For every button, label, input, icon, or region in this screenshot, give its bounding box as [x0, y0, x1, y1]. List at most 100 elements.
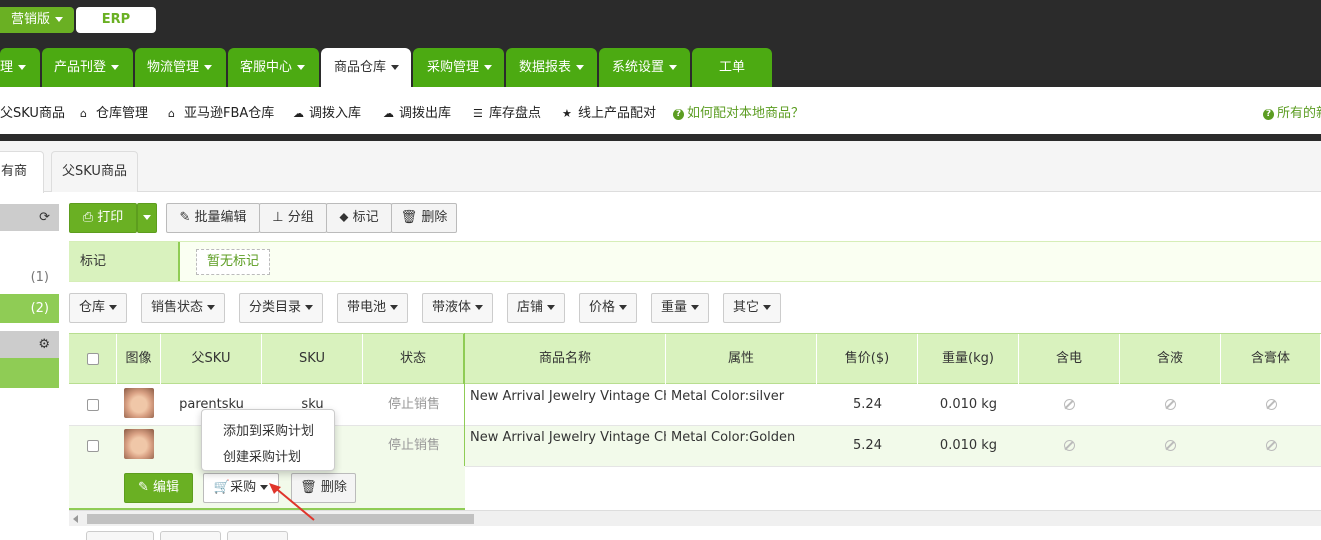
subnav-transfer-in[interactable]: ☁ 调拨入库 [293, 102, 361, 121]
caret-down-icon [55, 17, 64, 22]
tab-all-products[interactable]: 有商品 [0, 151, 44, 219]
no-mark-tag[interactable]: 暂无标记 [196, 249, 271, 275]
caret-down-icon [390, 305, 399, 310]
refresh-icon[interactable]: ⟳ [39, 210, 50, 225]
group-label: 分组 [287, 210, 314, 225]
sidebar-count-active[interactable]: (2) [0, 294, 59, 323]
help-link-label: 如何配对本地商品？ [687, 106, 805, 121]
product-thumbnail[interactable] [124, 388, 154, 418]
edit-button[interactable]: ✎ 编辑 [124, 473, 193, 503]
subnav-fba-warehouse[interactable]: ⌂ 亚马逊FBA仓库 [168, 102, 274, 121]
print-button[interactable]: ⎙ 打印 [69, 203, 137, 233]
home-icon: ⌂ [168, 107, 175, 120]
sidebar-item-selected[interactable] [0, 358, 59, 388]
caret-down-icon [143, 215, 151, 220]
caret-down-icon [669, 65, 678, 70]
battery-cell [1019, 426, 1120, 466]
sidebar-count[interactable]: (1) [31, 270, 49, 285]
nav-tab-logistics[interactable]: 物流管理 [135, 48, 226, 87]
menu-item-add-to-plan[interactable]: 添加到采购计划 [223, 420, 314, 439]
home-icon: ⌂ [80, 107, 87, 120]
nav-tab-customer-service[interactable]: 客服中心 [228, 48, 319, 87]
sidebar-header: ⟳ [0, 204, 59, 231]
nav-tab-order[interactable]: 理 [0, 48, 40, 87]
subnav-transfer-out[interactable]: ☁ 调拨出库 [383, 102, 451, 121]
help-link-pairing[interactable]: ? 如何配对本地商品？ [673, 102, 804, 121]
caret-down-icon [297, 65, 306, 70]
edition-dropdown[interactable]: 营销版 [0, 7, 74, 33]
inbox-icon: ☰ [473, 107, 483, 120]
nav-tab-label: 产品刊登 [54, 60, 107, 75]
header-image: 图像 [117, 334, 161, 384]
group-button[interactable]: ⊥ 分组 [259, 203, 327, 233]
menu-item-create-plan[interactable]: 创建采购计划 [223, 446, 301, 465]
attr-cell: Metal Color:Golden [671, 430, 796, 445]
image-cell [117, 426, 161, 466]
subnav-label: 库存盘点 [489, 106, 542, 121]
filter-category[interactable]: 分类目录 [239, 293, 324, 323]
nav-tab-reports[interactable]: 数据报表 [506, 48, 597, 87]
print-dropdown-toggle[interactable] [137, 203, 157, 233]
caret-down-icon [111, 65, 120, 70]
filter-weight[interactable]: 重量 [651, 293, 710, 323]
mark-button[interactable]: ⬥ 标记 [326, 203, 392, 233]
header-parent-sku[interactable]: 父SKU [161, 334, 262, 384]
nav-tab-purchase[interactable]: 采购管理 [413, 48, 504, 87]
ban-icon [1265, 440, 1277, 451]
caret-down-icon [18, 65, 27, 70]
horizontal-scrollbar[interactable] [69, 510, 1321, 526]
filter-other[interactable]: 其它 [723, 293, 782, 323]
help-link-right[interactable]: ?所有的新 [1263, 102, 1321, 121]
nav-tab-warehouse[interactable]: 商品仓库 [321, 48, 411, 87]
subnav-label: 线上产品配对 [578, 106, 657, 121]
bottom-button[interactable] [86, 531, 154, 540]
nav-tab-label: 物流管理 [147, 60, 200, 75]
frozen-column-divider [464, 333, 465, 466]
sub-nav: 父SKU商品 ⌂ 仓库管理 ⌂ 亚马逊FBA仓库 ☁ 调拨入库 ☁ 调拨出库 ☰ 库存盘点… [0, 87, 1321, 134]
trash-icon: 🗑 [400, 210, 422, 225]
header-paste: 含膏体 [1221, 334, 1321, 384]
delete-button[interactable]: 🗑 删除 [391, 203, 457, 233]
caret-down-icon [484, 65, 493, 70]
gear-icon[interactable]: ⚙ [38, 337, 50, 352]
subnav-online-pairing[interactable]: ★ 线上产品配对 [562, 102, 656, 121]
subnav-label: 调拨入库 [309, 106, 362, 121]
tab-label: 父SKU商品 [62, 164, 127, 179]
nav-tab-tickets[interactable]: 工单 [692, 48, 772, 87]
filter-label: 重量 [661, 300, 688, 315]
subnav-warehouse-manage[interactable]: ⌂ 仓库管理 [80, 102, 148, 121]
name-cell: New Arrival Jewelry Vintage Ch [470, 430, 666, 445]
header-sku[interactable]: SKU [262, 334, 363, 384]
nav-tab-settings[interactable]: 系统设置 [599, 48, 690, 87]
filter-price[interactable]: 价格 [579, 293, 638, 323]
header-price[interactable]: 售价($) [817, 334, 918, 384]
scroll-left-icon[interactable] [73, 515, 78, 523]
filter-warehouse[interactable]: 仓库 [69, 293, 128, 323]
bottom-button[interactable] [227, 531, 288, 540]
caret-down-icon [109, 305, 118, 310]
annotation-arrow [269, 483, 315, 521]
filter-store[interactable]: 店铺 [507, 293, 566, 323]
cloud-download-icon: ☁ [383, 107, 394, 120]
row-checkbox[interactable] [87, 398, 99, 411]
nav-tab-listing[interactable]: 产品刊登 [42, 48, 133, 87]
subnav-parent-sku[interactable]: 父SKU商品 [0, 102, 65, 121]
select-all-checkbox[interactable] [86, 352, 99, 365]
filter-liquid[interactable]: 带液体 [422, 293, 494, 323]
batch-edit-button[interactable]: ✎ 批量编辑 [166, 203, 260, 233]
caret-down-icon [763, 305, 772, 310]
caret-down-icon [305, 305, 314, 310]
subnav-stocktake[interactable]: ☰ 库存盘点 [473, 102, 541, 121]
sidebar: ⟳ (1) (2) ⚙ [0, 192, 59, 540]
ban-icon [1165, 399, 1176, 410]
tab-parent-sku[interactable]: 父SKU商品 [51, 151, 138, 192]
filter-sale-status[interactable]: 销售状态 [141, 293, 226, 323]
product-thumbnail[interactable] [124, 429, 154, 459]
header-weight[interactable]: 重量(kg) [918, 334, 1019, 384]
bottom-button[interactable] [160, 531, 221, 540]
row-checkbox[interactable] [87, 439, 99, 452]
filter-label: 带液体 [432, 300, 472, 315]
erp-button[interactable]: ERP [76, 7, 156, 33]
caret-down-icon [691, 305, 700, 310]
filter-battery[interactable]: 带电池 [337, 293, 409, 323]
